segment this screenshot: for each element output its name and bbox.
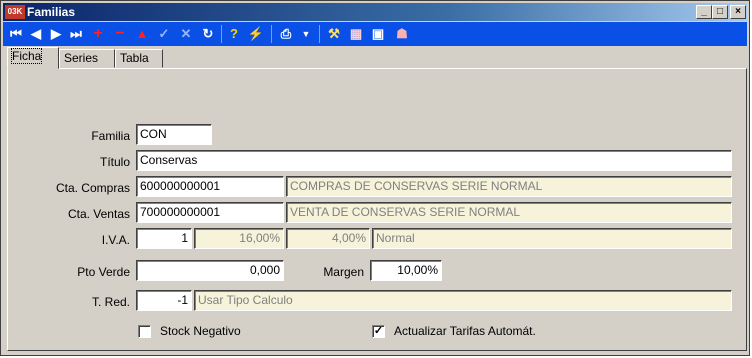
ficha-panel: Familia CON Título Conservas Cta. Compra…: [7, 68, 747, 351]
margen-label: Margen: [323, 265, 364, 279]
last-record-icon[interactable]: ⏭: [67, 25, 85, 43]
tab-tabla[interactable]: Tabla: [115, 49, 163, 68]
cta-compras-description: COMPRAS DE CONSERVAS SERIE NORMAL: [286, 176, 732, 197]
stock-negativo-label[interactable]: Stock Negativo: [160, 324, 241, 338]
actualizar-tarifas-label[interactable]: Actualizar Tarifas Automát.: [394, 324, 536, 338]
image-icon[interactable]: ▣: [369, 25, 387, 43]
t-red-input[interactable]: -1: [136, 290, 192, 311]
lightning-icon[interactable]: ⚡: [247, 25, 265, 43]
delete-icon[interactable]: −: [111, 25, 129, 43]
titulo-input[interactable]: Conservas: [136, 150, 732, 171]
users-icon[interactable]: ☗: [393, 25, 411, 43]
edit-icon[interactable]: ▲: [133, 25, 151, 43]
confirm-icon[interactable]: ✓: [155, 25, 173, 43]
print-icon[interactable]: ⎙: [277, 25, 295, 43]
title-bar[interactable]: 03K Familias _ □ ×: [3, 3, 747, 21]
stock-negativo-checkbox[interactable]: [138, 325, 151, 338]
familia-input[interactable]: CON: [136, 124, 212, 145]
print-dropdown-icon[interactable]: ▼: [297, 25, 315, 43]
cta-ventas-label: Cta. Ventas: [67, 207, 130, 221]
familia-label: Familia: [91, 129, 130, 143]
actualizar-tarifas-checkbox[interactable]: ✓: [372, 325, 385, 338]
cta-ventas-description: VENTA DE CONSERVAS SERIE NORMAL: [286, 202, 732, 223]
toolbar: ⏮ ◀ ▶ ⏭ + − ▲ ✓ ✕ ↻ ? ⚡ ⎙ ▼ ⚒ ▦ ▣ ☗: [3, 22, 747, 46]
titulo-label: Título: [99, 155, 130, 169]
cta-ventas-input[interactable]: 700000000001: [136, 202, 284, 223]
margen-input[interactable]: 10,00%: [370, 260, 442, 281]
pto-verde-input[interactable]: 0,000: [136, 260, 284, 281]
maximize-button[interactable]: □: [712, 5, 728, 19]
minimize-button[interactable]: _: [696, 5, 712, 19]
cta-compras-input[interactable]: 600000000001: [136, 176, 284, 197]
iva-description: Normal: [372, 228, 732, 249]
iva-recargo: 4,00%: [286, 228, 370, 249]
familias-window: 03K Familias _ □ × ⏮ ◀ ▶ ⏭ + − ▲ ✓ ✕ ↻ ?…: [0, 0, 750, 356]
tab-series[interactable]: Series: [59, 49, 115, 68]
close-button[interactable]: ×: [730, 5, 746, 19]
iva-percent: 16,00%: [194, 228, 284, 249]
add-icon[interactable]: +: [89, 25, 107, 43]
help-icon[interactable]: ?: [225, 25, 243, 43]
refresh-icon[interactable]: ↻: [199, 25, 217, 43]
app-icon: 03K: [5, 5, 25, 19]
prev-record-icon[interactable]: ◀: [27, 25, 45, 43]
t-red-description: Usar Tipo Calculo: [194, 290, 732, 311]
tools-icon[interactable]: ⚒: [325, 25, 343, 43]
iva-label: I.V.A.: [101, 233, 130, 247]
window-title: Familias: [27, 5, 76, 19]
pto-verde-label: Pto Verde: [77, 265, 130, 279]
calculator-icon[interactable]: ▦: [347, 25, 365, 43]
next-record-icon[interactable]: ▶: [47, 25, 65, 43]
first-record-icon[interactable]: ⏮: [7, 25, 25, 43]
tab-ficha[interactable]: Ficha: [7, 47, 59, 69]
cta-compras-label: Cta. Compras: [55, 181, 130, 195]
t-red-label: T. Red.: [91, 295, 130, 309]
iva-code-input[interactable]: 1: [136, 228, 192, 249]
cancel-icon[interactable]: ✕: [177, 25, 195, 43]
